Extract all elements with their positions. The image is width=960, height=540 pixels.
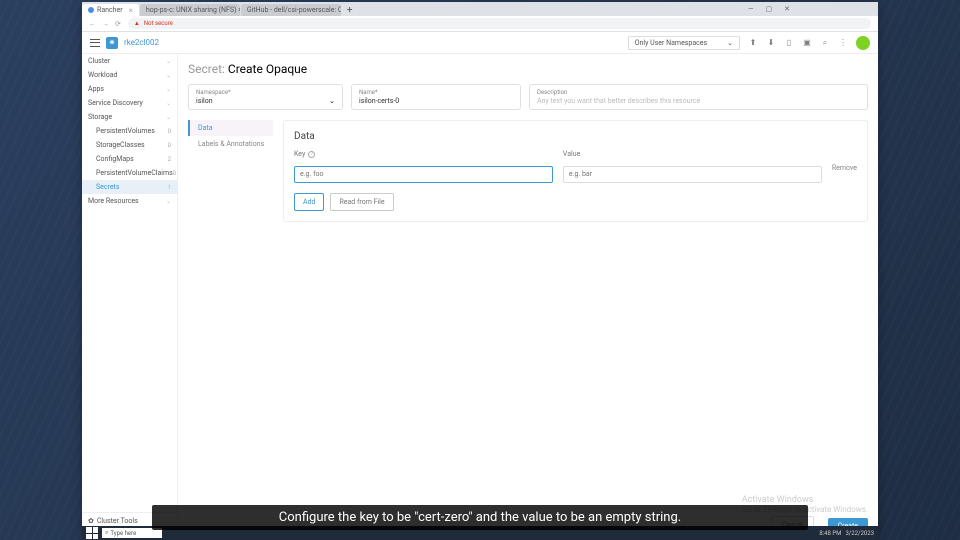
- key-input[interactable]: [294, 166, 553, 183]
- new-tab-button[interactable]: +: [342, 5, 358, 16]
- gear-icon: ✿: [88, 517, 94, 525]
- sidebar-item-pv[interactable]: PersistentVolumes0: [82, 124, 177, 138]
- caption-overlay: Configure the key to be "cert-zero" and …: [152, 505, 808, 530]
- vertical-tabs: Data Labels & Annotations: [188, 120, 273, 222]
- sidebar-item-storage[interactable]: Storage⌄: [82, 110, 177, 124]
- sidebar-item-cluster[interactable]: Cluster⌄: [82, 54, 177, 68]
- sidebar-item-apps[interactable]: Apps⌄: [82, 82, 177, 96]
- app-header: ⎈ rke2cl002 Only User Namespaces ⌄ ⬆ ⬇ ▯…: [82, 32, 878, 54]
- panel-title: Data: [294, 131, 857, 142]
- shell-icon[interactable]: ▣: [802, 38, 812, 48]
- main-content: Secret: Create Opaque Namespace* isilon …: [178, 54, 878, 540]
- sidebar-item-workload[interactable]: Workload⌄: [82, 68, 177, 82]
- tab-github[interactable]: GitHub - dell/csi-powerscale: C ×: [241, 4, 341, 16]
- taskbar-time: 8:48 PM: [819, 530, 841, 537]
- tab-label: Rancher: [97, 6, 123, 14]
- tab-labels-annotations[interactable]: Labels & Annotations: [190, 136, 273, 152]
- back-icon[interactable]: ←: [89, 20, 96, 28]
- add-button[interactable]: Add: [294, 193, 324, 211]
- chevron-down-icon: ⌄: [166, 100, 171, 107]
- start-button[interactable]: [86, 527, 98, 539]
- copy-icon[interactable]: ▯: [784, 38, 794, 48]
- tab-label: GitHub - dell/csi-powerscale: C: [247, 6, 341, 14]
- tab-close-icon[interactable]: ×: [129, 6, 133, 15]
- maximize-icon[interactable]: ▢: [766, 5, 773, 13]
- sidebar-item-configmaps[interactable]: ConfigMaps2: [82, 152, 177, 166]
- search-icon[interactable]: ⌕: [820, 38, 830, 48]
- page-title: Secret: Create Opaque: [188, 62, 868, 76]
- description-placeholder: Any text you want that better describes …: [537, 97, 860, 105]
- namespace-value: isilon: [196, 97, 231, 105]
- chevron-down-icon: ⌄: [727, 39, 733, 47]
- description-field[interactable]: Description Any text you want that bette…: [529, 84, 868, 110]
- key-label: Key: [294, 150, 305, 158]
- chevron-down-icon: ⌄: [166, 86, 171, 93]
- name-field[interactable]: Name* isilon-certs-0: [351, 84, 521, 110]
- field-label: Name*: [359, 89, 513, 96]
- sidebar-item-secrets[interactable]: Secrets1: [82, 180, 177, 194]
- chevron-down-icon: ⌄: [166, 198, 171, 205]
- value-label: Value: [563, 150, 580, 158]
- sidebar-item-service-discovery[interactable]: Service Discovery⌄: [82, 96, 177, 110]
- rancher-favicon: [88, 7, 94, 13]
- sidebar-item-more[interactable]: More Resources⌄: [82, 194, 177, 208]
- info-icon[interactable]: ?: [308, 151, 315, 158]
- search-icon: ⌕: [105, 529, 108, 537]
- url-bar: ← → ⟳ ▲ Not secure: [82, 16, 878, 32]
- chevron-down-icon: ⌄: [166, 114, 171, 121]
- data-panel: Data Key ? Value: [283, 120, 868, 222]
- name-value: isilon-certs-0: [359, 97, 513, 105]
- read-from-file-button[interactable]: Read from File: [330, 193, 393, 211]
- remove-button[interactable]: Remove: [832, 150, 857, 172]
- sidebar-item-storageclasses[interactable]: StorageClasses0: [82, 138, 177, 152]
- sidebar: Cluster⌄ Workload⌄ Apps⌄ Service Discove…: [82, 54, 178, 540]
- namespace-filter[interactable]: Only User Namespaces ⌄: [628, 36, 740, 50]
- tab-data[interactable]: Data: [188, 120, 273, 136]
- insecure-warning-icon: ▲: [134, 20, 140, 27]
- close-icon[interactable]: ✕: [784, 5, 790, 13]
- import-icon[interactable]: ⬆: [748, 38, 758, 48]
- rancher-logo: ⎈: [106, 37, 118, 49]
- chevron-down-icon: ⌄: [166, 58, 171, 65]
- chevron-down-icon: ⌄: [166, 72, 171, 79]
- insecure-warning-text: Not secure: [144, 20, 173, 27]
- taskbar-date: 3/22/2023: [845, 530, 874, 537]
- tab-nfs[interactable]: hop-ps-c: UNIX sharing (NFS) × ×: [140, 4, 240, 16]
- address-bar[interactable]: ▲ Not secure: [128, 18, 871, 29]
- tab-rancher[interactable]: Rancher ×: [82, 4, 139, 16]
- namespace-select[interactable]: Namespace* isilon ⌄: [188, 84, 343, 110]
- field-label: Namespace*: [196, 89, 231, 96]
- browser-window: — ▢ ✕ Rancher × hop-ps-c: UNIX sharing (…: [82, 2, 878, 540]
- value-input[interactable]: [563, 166, 822, 183]
- menu-icon[interactable]: [90, 39, 100, 47]
- kebab-icon[interactable]: ⋮: [838, 38, 848, 48]
- sidebar-item-pvc[interactable]: PersistentVolumeClaims0: [82, 166, 177, 180]
- namespace-filter-label: Only User Namespaces: [635, 39, 707, 47]
- minimize-icon[interactable]: —: [748, 5, 753, 13]
- forward-icon[interactable]: →: [102, 20, 109, 28]
- download-icon[interactable]: ⬇: [766, 38, 776, 48]
- chevron-down-icon: ⌄: [329, 97, 335, 105]
- tab-label: hop-ps-c: UNIX sharing (NFS) ×: [146, 6, 240, 14]
- cluster-name[interactable]: rke2cl002: [124, 38, 159, 47]
- reload-icon[interactable]: ⟳: [115, 20, 121, 28]
- avatar[interactable]: [856, 36, 870, 50]
- field-label: Description: [537, 89, 860, 96]
